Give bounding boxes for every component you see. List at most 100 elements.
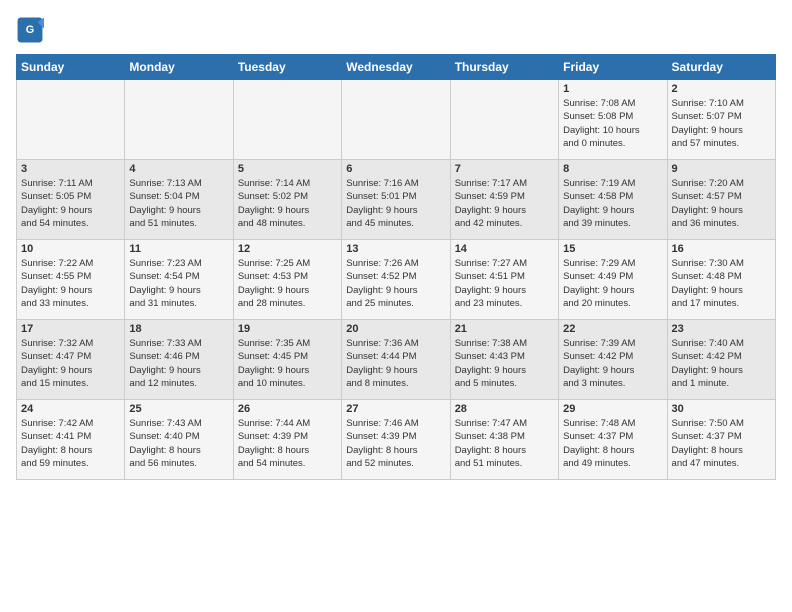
day-info: Sunrise: 7:33 AM Sunset: 4:46 PM Dayligh…: [129, 337, 228, 390]
calendar-cell: 29Sunrise: 7:48 AM Sunset: 4:37 PM Dayli…: [559, 400, 667, 480]
calendar-week-5: 24 Sunrise: 7:42 AM Sunset: 4:41 PM Dayli…: [17, 400, 776, 480]
day-number: 18: [129, 323, 228, 335]
weekday-header-tuesday: Tuesday: [233, 55, 341, 80]
day-info: Sunrise: 7:10 AM Sunset: 5:07 PM Dayligh…: [672, 97, 771, 150]
day-info: Sunrise: 7:29 AM Sunset: 4:49 PM Dayligh…: [563, 257, 662, 310]
day-info: Sunrise: 7:40 AM Sunset: 4:42 PM Dayligh…: [672, 337, 771, 390]
day-info: Sunrise: 7:42 AM Sunset: 4:41 PM Dayligh…: [21, 417, 120, 470]
day-number: 4: [129, 163, 228, 175]
day-number: 24: [21, 403, 120, 415]
calendar-cell: 3Sunrise: 7:11 AM Sunset: 5:05 PM Daylig…: [17, 160, 125, 240]
day-number: 10: [21, 243, 120, 255]
day-number: 6: [346, 163, 445, 175]
day-info: Sunrise: 7:27 AM Sunset: 4:51 PM Dayligh…: [455, 257, 554, 310]
day-number: 11: [129, 243, 228, 255]
calendar-cell: 21 Sunrise: 7:38 AM Sunset: 4:43 PM Dayli…: [450, 320, 558, 400]
day-info: Sunrise: 7:22 AM Sunset: 4:55 PM Dayligh…: [21, 257, 120, 310]
day-info: Sunrise: 7:47 AM Sunset: 4:38 PM Dayligh…: [455, 417, 554, 470]
day-info: Sunrise: 7:43 AM Sunset: 4:40 PM Dayligh…: [129, 417, 228, 470]
day-info: Sunrise: 7:30 AM Sunset: 4:48 PM Dayligh…: [672, 257, 771, 310]
day-info: Sunrise: 7:14 AM Sunset: 5:02 PM Dayligh…: [238, 177, 337, 230]
weekday-header-sunday: Sunday: [17, 55, 125, 80]
day-info: Sunrise: 7:39 AM Sunset: 4:42 PM Dayligh…: [563, 337, 662, 390]
day-info: Sunrise: 7:50 AM Sunset: 4:37 PM Dayligh…: [672, 417, 771, 470]
day-info: Sunrise: 7:36 AM Sunset: 4:44 PM Dayligh…: [346, 337, 445, 390]
day-info: Sunrise: 7:16 AM Sunset: 5:01 PM Dayligh…: [346, 177, 445, 230]
day-info: Sunrise: 7:19 AM Sunset: 4:58 PM Dayligh…: [563, 177, 662, 230]
day-number: 20: [346, 323, 445, 335]
calendar-week-4: 17 Sunrise: 7:32 AM Sunset: 4:47 PM Dayli…: [17, 320, 776, 400]
calendar-cell: 13 Sunrise: 7:26 AM Sunset: 4:52 PM Dayli…: [342, 240, 450, 320]
calendar-cell: 4Sunrise: 7:13 AM Sunset: 5:04 PM Daylig…: [125, 160, 233, 240]
page-header: G: [16, 16, 776, 44]
weekday-header-saturday: Saturday: [667, 55, 775, 80]
day-info: Sunrise: 7:46 AM Sunset: 4:39 PM Dayligh…: [346, 417, 445, 470]
calendar-cell: 1Sunrise: 7:08 AM Sunset: 5:08 PM Daylig…: [559, 80, 667, 160]
day-number: 1: [563, 83, 662, 95]
calendar-cell: 10 Sunrise: 7:22 AM Sunset: 4:55 PM Dayli…: [17, 240, 125, 320]
calendar-cell: 8 Sunrise: 7:19 AM Sunset: 4:58 PM Daylig…: [559, 160, 667, 240]
calendar-cell: 30 Sunrise: 7:50 AM Sunset: 4:37 PM Dayli…: [667, 400, 775, 480]
calendar-cell: 20 Sunrise: 7:36 AM Sunset: 4:44 PM Dayli…: [342, 320, 450, 400]
day-number: 15: [563, 243, 662, 255]
day-number: 21: [455, 323, 554, 335]
calendar-cell: 15 Sunrise: 7:29 AM Sunset: 4:49 PM Dayli…: [559, 240, 667, 320]
calendar-cell: 6 Sunrise: 7:16 AM Sunset: 5:01 PM Daylig…: [342, 160, 450, 240]
calendar-cell: [342, 80, 450, 160]
calendar-cell: 28Sunrise: 7:47 AM Sunset: 4:38 PM Dayli…: [450, 400, 558, 480]
calendar-week-2: 3Sunrise: 7:11 AM Sunset: 5:05 PM Daylig…: [17, 160, 776, 240]
day-info: Sunrise: 7:11 AM Sunset: 5:05 PM Dayligh…: [21, 177, 120, 230]
day-info: Sunrise: 7:32 AM Sunset: 4:47 PM Dayligh…: [21, 337, 120, 390]
day-number: 17: [21, 323, 120, 335]
day-number: 7: [455, 163, 554, 175]
day-number: 8: [563, 163, 662, 175]
day-info: Sunrise: 7:17 AM Sunset: 4:59 PM Dayligh…: [455, 177, 554, 230]
calendar-cell: 7 Sunrise: 7:17 AM Sunset: 4:59 PM Daylig…: [450, 160, 558, 240]
weekday-header-wednesday: Wednesday: [342, 55, 450, 80]
weekday-header-monday: Monday: [125, 55, 233, 80]
day-info: Sunrise: 7:38 AM Sunset: 4:43 PM Dayligh…: [455, 337, 554, 390]
calendar-cell: 23 Sunrise: 7:40 AM Sunset: 4:42 PM Dayli…: [667, 320, 775, 400]
calendar-week-1: 1Sunrise: 7:08 AM Sunset: 5:08 PM Daylig…: [17, 80, 776, 160]
day-number: 5: [238, 163, 337, 175]
calendar-cell: 24 Sunrise: 7:42 AM Sunset: 4:41 PM Dayli…: [17, 400, 125, 480]
calendar-cell: 26 Sunrise: 7:44 AM Sunset: 4:39 PM Dayli…: [233, 400, 341, 480]
calendar-cell: 12 Sunrise: 7:25 AM Sunset: 4:53 PM Dayli…: [233, 240, 341, 320]
logo: G: [16, 16, 48, 44]
day-number: 25: [129, 403, 228, 415]
day-number: 12: [238, 243, 337, 255]
day-info: Sunrise: 7:44 AM Sunset: 4:39 PM Dayligh…: [238, 417, 337, 470]
calendar-header: SundayMondayTuesdayWednesdayThursdayFrid…: [17, 55, 776, 80]
calendar-table: SundayMondayTuesdayWednesdayThursdayFrid…: [16, 54, 776, 480]
day-number: 29: [563, 403, 662, 415]
day-number: 26: [238, 403, 337, 415]
day-number: 22: [563, 323, 662, 335]
calendar-cell: 9 Sunrise: 7:20 AM Sunset: 4:57 PM Daylig…: [667, 160, 775, 240]
weekday-header-thursday: Thursday: [450, 55, 558, 80]
day-number: 13: [346, 243, 445, 255]
calendar-week-3: 10 Sunrise: 7:22 AM Sunset: 4:55 PM Dayli…: [17, 240, 776, 320]
calendar-cell: 22 Sunrise: 7:39 AM Sunset: 4:42 PM Dayli…: [559, 320, 667, 400]
calendar-cell: 27Sunrise: 7:46 AM Sunset: 4:39 PM Dayli…: [342, 400, 450, 480]
calendar-cell: 25 Sunrise: 7:43 AM Sunset: 4:40 PM Dayli…: [125, 400, 233, 480]
calendar-cell: [125, 80, 233, 160]
weekday-header-friday: Friday: [559, 55, 667, 80]
calendar-cell: 14Sunrise: 7:27 AM Sunset: 4:51 PM Dayli…: [450, 240, 558, 320]
calendar-cell: 16 Sunrise: 7:30 AM Sunset: 4:48 PM Dayli…: [667, 240, 775, 320]
day-number: 16: [672, 243, 771, 255]
day-info: Sunrise: 7:35 AM Sunset: 4:45 PM Dayligh…: [238, 337, 337, 390]
calendar-cell: 5 Sunrise: 7:14 AM Sunset: 5:02 PM Daylig…: [233, 160, 341, 240]
day-number: 23: [672, 323, 771, 335]
day-info: Sunrise: 7:26 AM Sunset: 4:52 PM Dayligh…: [346, 257, 445, 310]
day-info: Sunrise: 7:25 AM Sunset: 4:53 PM Dayligh…: [238, 257, 337, 310]
calendar-cell: [17, 80, 125, 160]
day-number: 2: [672, 83, 771, 95]
day-info: Sunrise: 7:20 AM Sunset: 4:57 PM Dayligh…: [672, 177, 771, 230]
svg-text:G: G: [26, 24, 34, 36]
day-number: 30: [672, 403, 771, 415]
weekday-row: SundayMondayTuesdayWednesdayThursdayFrid…: [17, 55, 776, 80]
calendar-cell: 11 Sunrise: 7:23 AM Sunset: 4:54 PM Dayli…: [125, 240, 233, 320]
day-number: 9: [672, 163, 771, 175]
day-info: Sunrise: 7:23 AM Sunset: 4:54 PM Dayligh…: [129, 257, 228, 310]
day-number: 19: [238, 323, 337, 335]
